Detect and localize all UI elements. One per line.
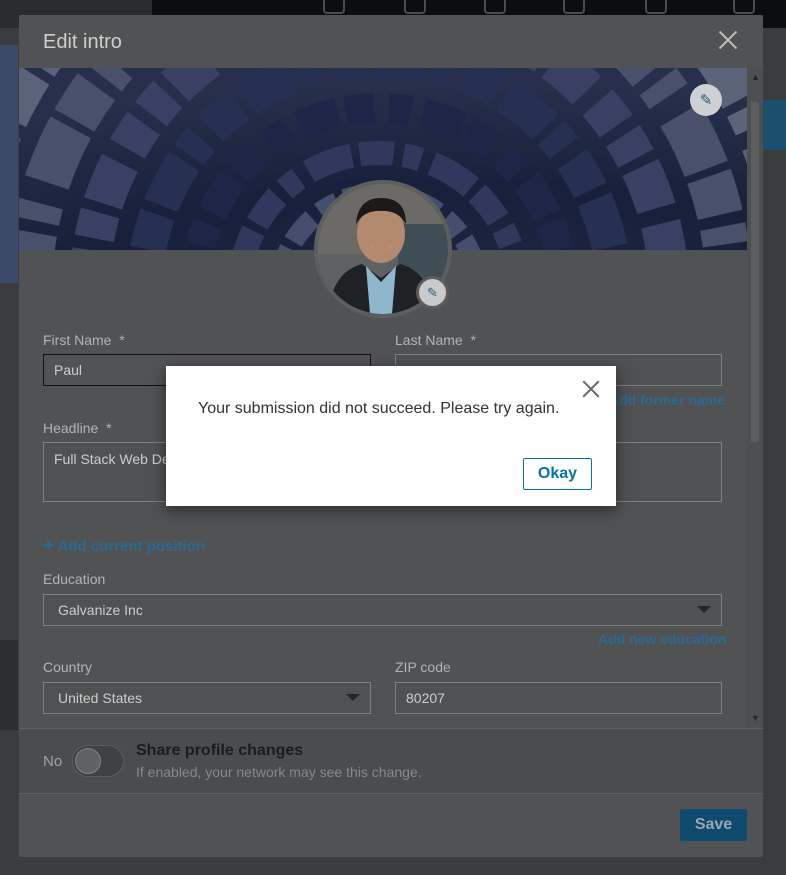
education-chevron-down-icon bbox=[697, 606, 711, 613]
notifications-icon bbox=[563, 0, 585, 14]
required-marker: * bbox=[119, 332, 125, 348]
last-name-label-text: Last Name bbox=[395, 332, 463, 348]
add-new-education-link[interactable]: Add new education bbox=[598, 631, 726, 647]
banner-edit-pencil-icon[interactable]: ✎ bbox=[690, 84, 722, 116]
modal-header: Edit intro bbox=[19, 15, 763, 68]
education-select[interactable]: Galvanize Inc bbox=[43, 594, 722, 626]
modal-title: Edit intro bbox=[43, 31, 122, 53]
photo-edit-pencil-icon[interactable]: ✎ bbox=[416, 276, 449, 309]
first-name-label: First Name * bbox=[43, 332, 125, 348]
messaging-icon bbox=[484, 0, 506, 14]
scroll-down-icon[interactable]: ▼ bbox=[751, 713, 760, 723]
headline-label: Headline * bbox=[43, 420, 112, 436]
modal-scrollbar[interactable]: ▲ ▼ bbox=[747, 68, 763, 728]
plus-icon: + bbox=[43, 535, 54, 555]
country-chevron-down-icon bbox=[346, 694, 360, 701]
me-icon bbox=[645, 0, 667, 14]
share-profile-changes-section: No Share profile changes If enabled, you… bbox=[19, 728, 763, 794]
education-label: Education bbox=[43, 571, 106, 587]
modal-footer: Save bbox=[19, 794, 763, 857]
alert-close-icon[interactable] bbox=[581, 379, 601, 399]
background-card bbox=[0, 640, 18, 730]
required-marker: * bbox=[470, 332, 477, 348]
country-select[interactable]: United States bbox=[43, 682, 371, 714]
modal-close-icon[interactable] bbox=[717, 29, 739, 51]
okay-button[interactable]: Okay bbox=[523, 458, 592, 490]
background-button bbox=[762, 100, 786, 150]
toggle-state-label: No bbox=[43, 753, 63, 770]
first-name-label-text: First Name bbox=[43, 332, 112, 348]
share-profile-toggle[interactable] bbox=[72, 745, 124, 777]
share-title: Share profile changes bbox=[136, 742, 304, 759]
jobs-icon bbox=[404, 0, 426, 14]
scroll-up-icon[interactable]: ▲ bbox=[751, 72, 760, 82]
scroll-thumb[interactable] bbox=[751, 102, 759, 442]
background-profile-banner bbox=[0, 45, 18, 283]
last-name-label: Last Name * bbox=[395, 332, 476, 348]
network-icon bbox=[323, 0, 345, 14]
add-current-position-link[interactable]: + Add current position bbox=[43, 535, 205, 556]
country-label: Country bbox=[43, 659, 93, 675]
required-marker: * bbox=[106, 420, 112, 436]
add-former-name-link[interactable]: Add former name bbox=[609, 392, 725, 408]
save-button[interactable]: Save bbox=[680, 809, 747, 841]
alert-message: Your submission did not succeed. Please … bbox=[198, 400, 560, 417]
share-subtitle: If enabled, your network may see this ch… bbox=[136, 764, 422, 780]
zip-code-label: ZIP code bbox=[395, 659, 451, 675]
work-icon bbox=[733, 0, 755, 14]
headline-label-text: Headline bbox=[43, 420, 99, 436]
toggle-knob bbox=[75, 748, 101, 774]
add-current-position-text: Add current position bbox=[57, 538, 206, 555]
error-alert-dialog: Your submission did not succeed. Please … bbox=[166, 366, 616, 506]
zip-code-input[interactable]: 80207 bbox=[395, 682, 722, 714]
